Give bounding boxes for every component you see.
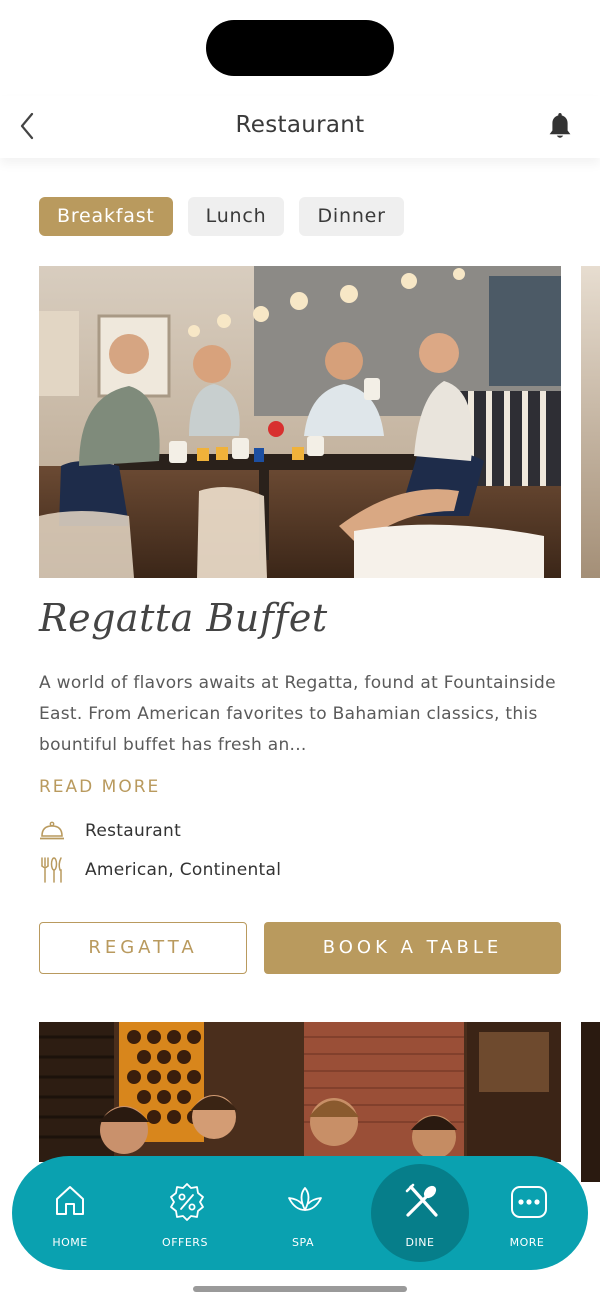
tab-spa-label: SPA: [292, 1236, 314, 1249]
tab-breakfast[interactable]: Breakfast: [39, 197, 173, 236]
tab-home-label: HOME: [52, 1236, 88, 1249]
restaurant-photo[interactable]: [39, 266, 561, 578]
home-indicator[interactable]: [193, 1286, 407, 1292]
info-cuisine-text: American, Continental: [85, 860, 282, 880]
tab-lunch[interactable]: Lunch: [187, 197, 285, 236]
restaurant-name: Regatta Buffet: [39, 596, 328, 640]
info-row-type: Restaurant: [39, 817, 181, 845]
tab-dine-label: DINE: [405, 1236, 435, 1249]
info-type-text: Restaurant: [85, 821, 182, 841]
bell-icon: [549, 113, 571, 138]
cutlery-icon: [41, 857, 62, 883]
dynamic-island: [206, 20, 394, 76]
more-icon: [511, 1186, 547, 1218]
tab-dinner[interactable]: Dinner: [299, 197, 404, 236]
book-table-button[interactable]: BOOK A TABLE: [264, 922, 561, 974]
tab-dine[interactable]: DINE: [370, 1156, 470, 1270]
notifications-button[interactable]: [546, 110, 574, 142]
tab-spa[interactable]: SPA: [253, 1156, 353, 1270]
tab-offers[interactable]: OFFERS: [135, 1156, 235, 1270]
info-row-cuisine: American, Continental: [39, 856, 281, 884]
tab-more[interactable]: MORE: [477, 1156, 577, 1270]
read-more-link[interactable]: READ MORE: [39, 777, 160, 797]
top-app-bar: Restaurant: [0, 96, 600, 158]
tab-offers-label: OFFERS: [162, 1236, 208, 1249]
lotus-icon: [288, 1187, 322, 1211]
home-icon: [56, 1186, 84, 1215]
percent-badge-icon: [170, 1183, 204, 1221]
next-card-photo-peek-2[interactable]: [581, 1022, 600, 1182]
tab-home[interactable]: HOME: [20, 1156, 120, 1270]
page-title: Restaurant: [235, 112, 365, 138]
tab-more-label: MORE: [509, 1236, 545, 1249]
restaurant-photo-2[interactable]: [39, 1022, 561, 1162]
next-card-photo-peek[interactable]: [581, 266, 600, 578]
cloche-icon: [40, 821, 64, 840]
utensils-icon: [405, 1183, 438, 1217]
bottom-tab-bar: HOME OFFERS SPA DINE MORE: [12, 1156, 588, 1270]
restaurant-description: A world of flavors awaits at Regatta, fo…: [39, 673, 556, 755]
meal-tabs: Breakfast Lunch Dinner: [39, 197, 404, 236]
restaurant-details-button[interactable]: REGATTA: [39, 922, 247, 974]
